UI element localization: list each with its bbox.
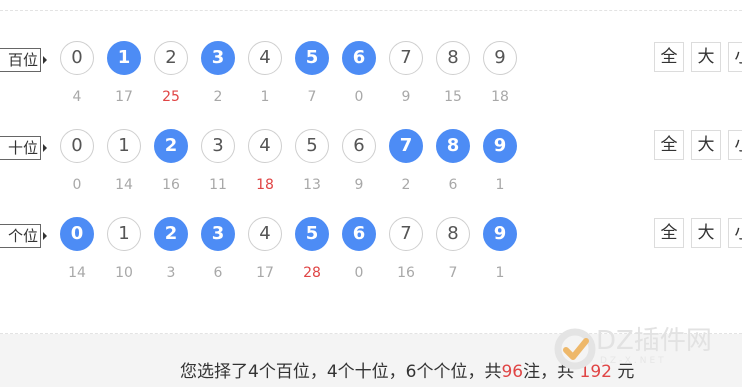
miss-count: 9 (401, 89, 411, 105)
number-ball[interactable]: 5 (295, 129, 329, 163)
quick-select-button[interactable]: 小 (728, 42, 742, 72)
quick-select-button[interactable]: 大 (691, 218, 721, 248)
quick-select-button[interactable]: 小 (728, 218, 742, 248)
miss-count: 14 (115, 177, 133, 193)
row-label-hundreds: 百位 (0, 48, 47, 72)
miss-count: 10 (115, 265, 133, 281)
miss-count: 0 (354, 89, 364, 105)
digit-row-hundreds: 百位041172253241576079815918全大小 (0, 41, 742, 121)
number-ball[interactable]: 1 (107, 217, 141, 251)
number-ball[interactable]: 3 (201, 41, 235, 75)
miss-count: 16 (397, 265, 415, 281)
watermark-subtext: DZ-X.NET (600, 356, 667, 366)
number-ball[interactable]: 5 (295, 217, 329, 251)
miss-count: 7 (307, 89, 317, 105)
watermark-check-icon (554, 328, 596, 370)
watermark-logo: DZ插件网 DZ-X.NET (552, 318, 742, 387)
number-ball[interactable]: 4 (248, 217, 282, 251)
quick-select-button[interactable]: 小 (728, 130, 742, 160)
number-ball[interactable]: 0 (60, 41, 94, 75)
miss-count: 11 (209, 177, 227, 193)
miss-count: 6 (213, 265, 223, 281)
number-ball[interactable]: 7 (389, 41, 423, 75)
number-ball[interactable]: 5 (295, 41, 329, 75)
number-ball[interactable]: 2 (154, 129, 188, 163)
number-ball[interactable]: 8 (436, 129, 470, 163)
quick-select-button[interactable]: 全 (654, 42, 684, 72)
miss-count: 2 (401, 177, 411, 193)
miss-count: 13 (303, 177, 321, 193)
digit-row-units: 个位0141102336417528607168791全大小 (0, 217, 742, 297)
number-ball[interactable]: 6 (342, 41, 376, 75)
top-divider (0, 10, 742, 11)
miss-count: 14 (68, 265, 86, 281)
summary-prefix: 您选择了4个百位，4个十位，6个个位，共 (180, 362, 502, 382)
number-ball[interactable]: 1 (107, 41, 141, 75)
row-label-tens: 十位 (0, 136, 47, 160)
miss-count: 17 (115, 89, 133, 105)
row-label-units: 个位 (0, 224, 47, 248)
miss-count: 3 (166, 265, 176, 281)
number-ball[interactable]: 8 (436, 217, 470, 251)
quick-select-button[interactable]: 全 (654, 218, 684, 248)
quick-select-button[interactable]: 大 (691, 42, 721, 72)
number-ball[interactable]: 4 (248, 41, 282, 75)
quick-select-button[interactable]: 大 (691, 130, 721, 160)
number-ball[interactable]: 7 (389, 217, 423, 251)
number-ball[interactable]: 9 (483, 41, 517, 75)
miss-count: 0 (354, 265, 364, 281)
number-ball[interactable]: 3 (201, 129, 235, 163)
miss-count: 9 (354, 177, 364, 193)
number-ball[interactable]: 8 (436, 41, 470, 75)
number-ball[interactable]: 7 (389, 129, 423, 163)
miss-count: 7 (448, 265, 458, 281)
miss-count: 15 (444, 89, 462, 105)
miss-count: 25 (162, 89, 180, 105)
bet-count: 96 (501, 362, 524, 382)
number-ball[interactable]: 9 (483, 217, 517, 251)
miss-count: 2 (213, 89, 223, 105)
miss-count: 1 (260, 89, 270, 105)
miss-count: 0 (72, 177, 82, 193)
number-ball[interactable]: 2 (154, 217, 188, 251)
digit-row-tens: 十位0011421631141851369728691全大小 (0, 129, 742, 209)
miss-count: 4 (72, 89, 82, 105)
number-ball[interactable]: 4 (248, 129, 282, 163)
number-ball[interactable]: 0 (60, 129, 94, 163)
number-ball[interactable]: 9 (483, 129, 517, 163)
number-ball[interactable]: 2 (154, 41, 188, 75)
number-ball[interactable]: 3 (201, 217, 235, 251)
number-ball[interactable]: 1 (107, 129, 141, 163)
miss-count: 28 (303, 265, 321, 281)
miss-count: 1 (495, 177, 505, 193)
miss-count: 17 (256, 265, 274, 281)
watermark-text: DZ插件网 (596, 326, 712, 356)
quick-select-button[interactable]: 全 (654, 130, 684, 160)
miss-count: 18 (256, 177, 274, 193)
miss-count: 1 (495, 265, 505, 281)
miss-count: 16 (162, 177, 180, 193)
number-ball[interactable]: 0 (60, 217, 94, 251)
number-ball[interactable]: 6 (342, 217, 376, 251)
number-ball[interactable]: 6 (342, 129, 376, 163)
miss-count: 18 (491, 89, 509, 105)
miss-count: 6 (448, 177, 458, 193)
